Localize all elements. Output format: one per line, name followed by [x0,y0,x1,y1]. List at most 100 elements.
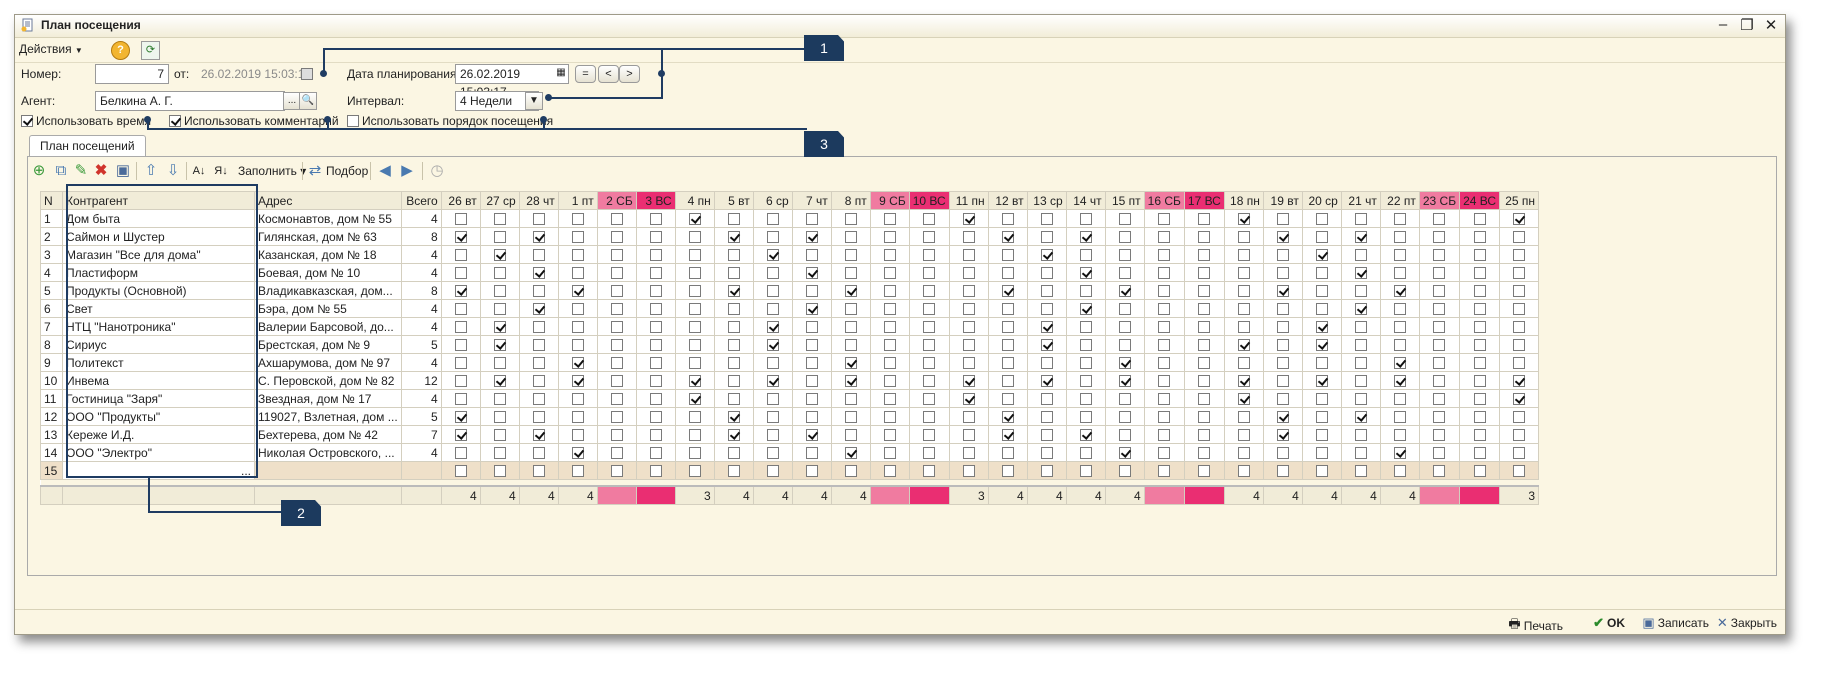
checkbox-empty-icon[interactable] [1118,303,1131,316]
day-cell[interactable] [1499,353,1540,372]
checkbox-empty-icon[interactable] [1158,303,1171,316]
checkbox-empty-icon[interactable] [844,411,857,424]
checkbox-empty-icon[interactable] [727,447,740,460]
day-cell[interactable] [674,443,715,462]
day-cell[interactable] [1301,407,1342,426]
day-cell[interactable] [1223,209,1264,228]
checkbox-checked-icon[interactable] [727,231,740,244]
checkbox-empty-icon[interactable] [1158,339,1171,352]
row-address[interactable]: Ахшарумова, дом № 97 [254,353,402,372]
checkbox-checked-icon[interactable] [1118,357,1131,370]
day-cell[interactable] [518,407,559,426]
checkbox-empty-icon[interactable] [649,411,662,424]
day-cell[interactable] [1065,389,1106,408]
checkbox-empty-icon[interactable] [1079,249,1092,262]
checkbox-empty-icon[interactable] [1237,267,1250,280]
day-cell[interactable] [1340,353,1381,372]
save-row-icon[interactable]: ▣ [114,162,132,180]
checkbox-empty-icon[interactable] [883,285,896,298]
day-cell[interactable] [1104,443,1145,462]
day-cell[interactable] [1340,389,1381,408]
day-cell[interactable] [908,263,950,282]
day-cell[interactable] [1379,443,1420,462]
checkbox-empty-icon[interactable] [883,465,896,478]
day-cell[interactable] [1104,425,1145,444]
select-button[interactable]: Подбор [326,164,368,178]
checkbox-empty-icon[interactable] [1118,429,1131,442]
day-cell[interactable] [518,389,559,408]
checkbox-empty-icon[interactable] [923,285,936,298]
day-cell[interactable] [635,443,676,462]
day-cell[interactable] [596,317,637,336]
checkbox-checked-icon[interactable] [493,321,506,334]
checkbox-empty-icon[interactable] [1198,429,1211,442]
header-day[interactable]: 25 пн [1499,191,1540,210]
day-cell[interactable] [479,209,520,228]
day-cell[interactable] [1459,245,1501,264]
day-cell[interactable] [674,209,715,228]
checkbox-empty-icon[interactable] [1276,267,1289,280]
day-cell[interactable] [518,245,559,264]
day-cell[interactable] [1301,335,1342,354]
checkbox-checked-icon[interactable] [1001,411,1014,424]
day-cell[interactable] [1143,209,1185,228]
day-cell[interactable] [713,407,754,426]
checkbox-empty-icon[interactable] [1118,411,1131,424]
checkbox-checked-icon[interactable] [1040,339,1053,352]
checkbox-empty-icon[interactable] [1118,339,1131,352]
checkbox-empty-icon[interactable] [1393,411,1406,424]
checkbox-empty-icon[interactable] [1001,213,1014,226]
row-address[interactable]: Звездная, дом № 17 [254,389,402,408]
day-cell[interactable] [869,317,910,336]
agent-field[interactable]: Белкина А. Г. [95,91,285,111]
checkbox-checked-icon[interactable] [1237,375,1250,388]
checkbox-empty-icon[interactable] [883,429,896,442]
day-cell[interactable] [908,335,950,354]
day-cell[interactable] [557,227,598,246]
day-cell[interactable] [596,461,637,480]
checkbox-empty-icon[interactable] [1001,339,1014,352]
day-cell[interactable] [1026,335,1067,354]
checkbox-empty-icon[interactable] [1433,429,1446,442]
checkbox-empty-icon[interactable] [923,375,936,388]
checkbox-empty-icon[interactable] [571,321,584,334]
row-kontragent[interactable]: Саймон и Шустер [62,227,255,246]
checkbox-checked-icon[interactable] [532,267,545,280]
header-day[interactable]: 23 СБ [1418,191,1461,210]
day-cell[interactable] [440,389,481,408]
day-cell[interactable] [948,227,989,246]
day-cell[interactable] [1183,443,1225,462]
checkbox-empty-icon[interactable] [727,213,740,226]
day-cell[interactable] [440,353,481,372]
day-cell[interactable] [948,425,989,444]
checkbox-empty-icon[interactable] [1315,393,1328,406]
day-cell[interactable] [557,371,598,390]
table-row[interactable]: 12 ООО "Продукты" 119027, Взлетная, дом ..… [40,407,1540,426]
checkbox-empty-icon[interactable] [766,357,779,370]
checkbox-empty-icon[interactable] [766,303,779,316]
day-cell[interactable] [518,461,559,480]
day-cell[interactable] [908,353,950,372]
day-cell[interactable] [1065,335,1106,354]
checkbox-empty-icon[interactable] [1513,267,1526,280]
checkbox-empty-icon[interactable] [1276,447,1289,460]
checkbox-empty-icon[interactable] [454,303,467,316]
day-cell[interactable] [1262,299,1303,318]
header-day[interactable]: 3 ВС [635,191,676,210]
day-cell[interactable] [1379,245,1420,264]
header-day[interactable]: 18 пн [1223,191,1264,210]
checkbox-empty-icon[interactable] [1513,249,1526,262]
checkbox-checked-icon[interactable] [1315,321,1328,334]
day-cell[interactable] [596,335,637,354]
day-cell[interactable] [752,281,793,300]
checkbox-empty-icon[interactable] [610,357,623,370]
day-cell[interactable] [1104,299,1145,318]
checkbox-empty-icon[interactable] [454,447,467,460]
day-cell[interactable] [791,389,832,408]
day-cell[interactable] [1418,425,1461,444]
day-cell[interactable] [1143,299,1185,318]
day-cell[interactable] [1183,281,1225,300]
row-kontragent-input[interactable]: ... [62,461,255,480]
day-cell[interactable] [908,425,950,444]
checkbox-checked-icon[interactable] [1393,375,1406,388]
